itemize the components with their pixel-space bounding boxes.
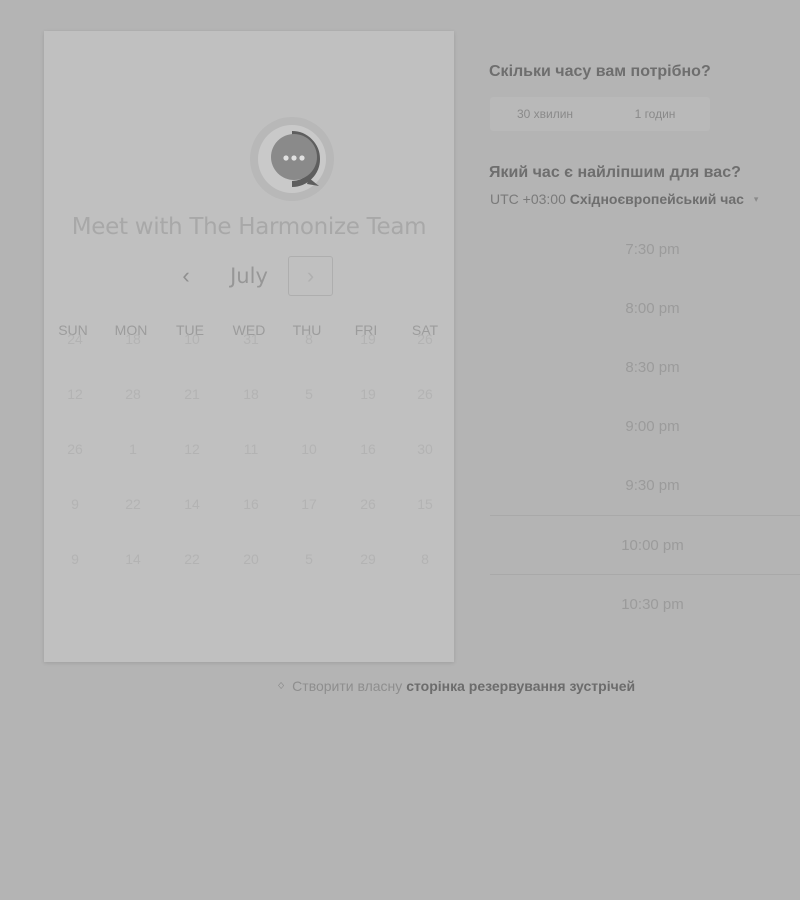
prev-month-button[interactable]: ‹ bbox=[169, 256, 203, 296]
calendar-day: 19 bbox=[360, 386, 376, 402]
calendar-day: 14 bbox=[125, 551, 141, 567]
calendar-week: 9 14 22 20 5 29 8 bbox=[44, 551, 454, 575]
calendar-day: 1 bbox=[129, 441, 137, 457]
calendar-day: 30 bbox=[417, 441, 433, 457]
calendar-day: 5 bbox=[305, 551, 313, 567]
time-slot[interactable]: 10:00 pm bbox=[490, 515, 800, 574]
next-month-button[interactable]: › bbox=[288, 256, 333, 296]
calendar-day: 26 bbox=[67, 441, 83, 457]
time-slot[interactable]: 9:30 pm bbox=[490, 456, 800, 515]
calendar-day: 16 bbox=[243, 496, 259, 512]
calendar-day: 9 bbox=[71, 551, 79, 567]
footer-link[interactable]: сторінка резервування зустрічей bbox=[406, 678, 635, 694]
timezone-offset: UTC +03:00 bbox=[490, 191, 566, 207]
calendar-day: 22 bbox=[125, 496, 141, 512]
calendar-day: 21 bbox=[184, 386, 200, 402]
calendar-day: 10 bbox=[184, 331, 200, 347]
calendar-week: 12 28 21 18 5 19 26 bbox=[44, 386, 454, 410]
page-title: Meet with The Harmonize Team bbox=[71, 214, 427, 240]
time-question: Який час є найліпшим для вас? bbox=[489, 164, 741, 181]
sprocket-icon: ᛜ bbox=[276, 678, 286, 694]
time-slot[interactable]: 10:30 pm bbox=[490, 574, 800, 633]
calendar-week: 24 18 10 31 8 19 26 bbox=[44, 331, 454, 355]
calendar-day: 29 bbox=[360, 551, 376, 567]
duration-option-30min[interactable]: 30 хвилин bbox=[490, 97, 600, 131]
booking-card: Meet with The Harmonize Team ‹ July › SU… bbox=[44, 31, 454, 662]
time-slot[interactable]: 8:00 pm bbox=[490, 279, 800, 338]
calendar-day: 18 bbox=[125, 331, 141, 347]
calendar-day: 9 bbox=[71, 496, 79, 512]
footer: ᛜ Створити власну сторінка резервування … bbox=[0, 678, 800, 694]
duration-selector: 30 хвилин 1 годин bbox=[490, 97, 710, 131]
month-navigation: ‹ July › bbox=[44, 256, 454, 298]
timezone-selector[interactable]: UTC +03:00 Східноєвропейський час ▾ bbox=[490, 191, 758, 207]
chat-logo-icon bbox=[250, 117, 334, 201]
calendar-day: 14 bbox=[184, 496, 200, 512]
calendar-day: 20 bbox=[243, 551, 259, 567]
calendar-day: 31 bbox=[243, 331, 259, 347]
calendar-week: 9 22 14 16 17 26 15 bbox=[44, 496, 454, 520]
footer-prefix: Створити власну bbox=[292, 678, 403, 694]
time-slot-list: 7:30 pm 8:00 pm 8:30 pm 9:00 pm 9:30 pm … bbox=[490, 220, 800, 633]
time-slot[interactable]: 8:30 pm bbox=[490, 338, 800, 397]
calendar-day: 18 bbox=[243, 386, 259, 402]
timezone-name: Східноєвропейський час bbox=[569, 191, 744, 207]
calendar-day: 5 bbox=[305, 386, 313, 402]
calendar-day: 8 bbox=[305, 331, 313, 347]
calendar-day: 24 bbox=[67, 331, 83, 347]
calendar-day: 22 bbox=[184, 551, 200, 567]
calendar-day: 16 bbox=[360, 441, 376, 457]
calendar-day: 11 bbox=[243, 441, 259, 457]
calendar-day: 12 bbox=[184, 441, 200, 457]
calendar-week: 26 1 12 11 10 16 30 bbox=[44, 441, 454, 465]
calendar-day: 28 bbox=[125, 386, 141, 402]
month-label: July bbox=[230, 264, 268, 288]
calendar-day: 12 bbox=[67, 386, 83, 402]
calendar-day: 26 bbox=[417, 386, 433, 402]
calendar-day: 19 bbox=[360, 331, 376, 347]
calendar-day: 15 bbox=[417, 496, 433, 512]
time-slot[interactable]: 7:30 pm bbox=[490, 220, 800, 279]
calendar-day: 8 bbox=[421, 551, 429, 567]
chevron-down-icon: ▾ bbox=[753, 194, 759, 204]
calendar-day: 17 bbox=[301, 496, 317, 512]
duration-question: Скільки часу вам потрібно? bbox=[489, 63, 711, 80]
time-slot[interactable]: 9:00 pm bbox=[490, 397, 800, 456]
calendar-day: 26 bbox=[360, 496, 376, 512]
duration-option-1hour[interactable]: 1 годин bbox=[600, 97, 710, 131]
calendar-day: 10 bbox=[301, 441, 317, 457]
calendar-day: 26 bbox=[417, 331, 433, 347]
